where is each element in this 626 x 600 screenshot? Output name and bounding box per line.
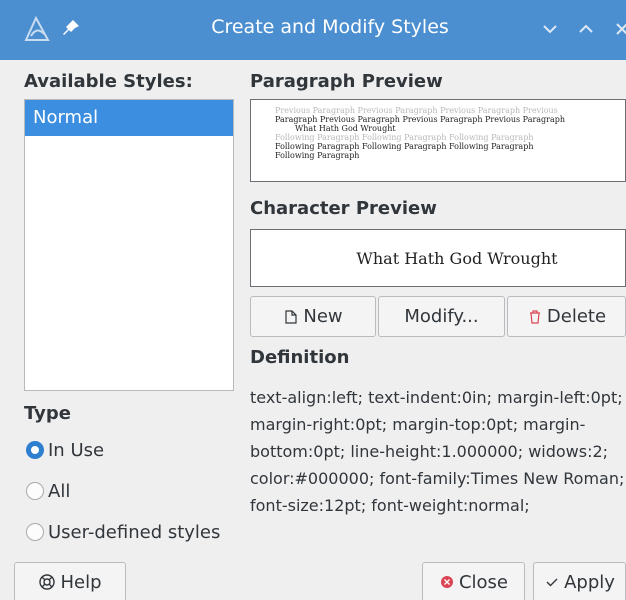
definition-text: text-align:left; text-indent:0in; margin…: [250, 388, 625, 515]
new-document-icon: [285, 309, 297, 324]
close-button-label: Close: [458, 571, 509, 593]
help-icon: [39, 574, 56, 590]
character-preview-heading: Character Preview: [250, 198, 437, 219]
following-paragraph-line-2: Following Paragraph: [275, 151, 360, 160]
following-paragraph-grey: Following Paragraph Following Paragraph …: [275, 133, 534, 142]
maximize-icon[interactable]: [572, 14, 600, 44]
definition-heading: Definition: [250, 347, 350, 368]
character-preview-sample: What Hath God Wrought: [356, 248, 558, 268]
available-styles-heading: Available Styles:: [24, 71, 193, 92]
following-paragraph-line: Following Paragraph Following Paragraph …: [275, 142, 534, 151]
radio-in-use-label: In Use: [48, 439, 105, 461]
minimize-icon[interactable]: [536, 14, 564, 44]
radio-indicator[interactable]: [26, 441, 44, 459]
trash-icon: [529, 309, 540, 324]
close-button[interactable]: Close: [422, 562, 525, 600]
checkmark-icon: [546, 578, 558, 587]
paragraph-preview-heading: Paragraph Preview: [250, 71, 443, 92]
paragraph-preview: Previous Paragraph Previous Paragraph Pr…: [250, 99, 626, 182]
apply-button[interactable]: Apply: [533, 562, 626, 600]
type-heading: Type: [24, 403, 71, 424]
new-button-label: New: [303, 306, 343, 327]
current-paragraph-sample: What Hath God Wrought: [295, 124, 396, 133]
help-button[interactable]: Help: [14, 562, 126, 600]
title-bar[interactable]: Create and Modify Styles: [0, 0, 626, 60]
radio-in-use[interactable]: In Use: [26, 437, 104, 463]
new-button[interactable]: New: [250, 296, 376, 337]
radio-all[interactable]: All: [26, 478, 70, 504]
window-title: Create and Modify Styles: [211, 16, 449, 38]
radio-user-defined-label: User-defined styles: [48, 521, 221, 543]
radio-indicator[interactable]: [26, 523, 44, 541]
modify-button[interactable]: Modify...: [378, 296, 505, 337]
radio-all-label: All: [48, 480, 71, 502]
close-circle-icon: [440, 576, 453, 588]
style-item-normal[interactable]: Normal: [25, 100, 233, 136]
character-preview: What Hath God Wrought: [250, 229, 626, 287]
delete-button[interactable]: Delete: [507, 296, 626, 337]
current-paragraph-line: Paragraph Previous Paragraph Previous Pa…: [275, 115, 566, 124]
help-button-label: Help: [60, 571, 102, 593]
close-window-icon[interactable]: [608, 14, 626, 44]
delete-button-label: Delete: [546, 306, 607, 327]
styles-list[interactable]: Normal: [24, 99, 234, 391]
radio-indicator[interactable]: [26, 482, 44, 500]
previous-paragraph-text: Previous Paragraph Previous Paragraph Pr…: [275, 106, 558, 115]
modify-button-label: Modify...: [404, 306, 479, 327]
apply-button-label: Apply: [564, 571, 615, 593]
radio-user-defined[interactable]: User-defined styles: [26, 519, 220, 545]
